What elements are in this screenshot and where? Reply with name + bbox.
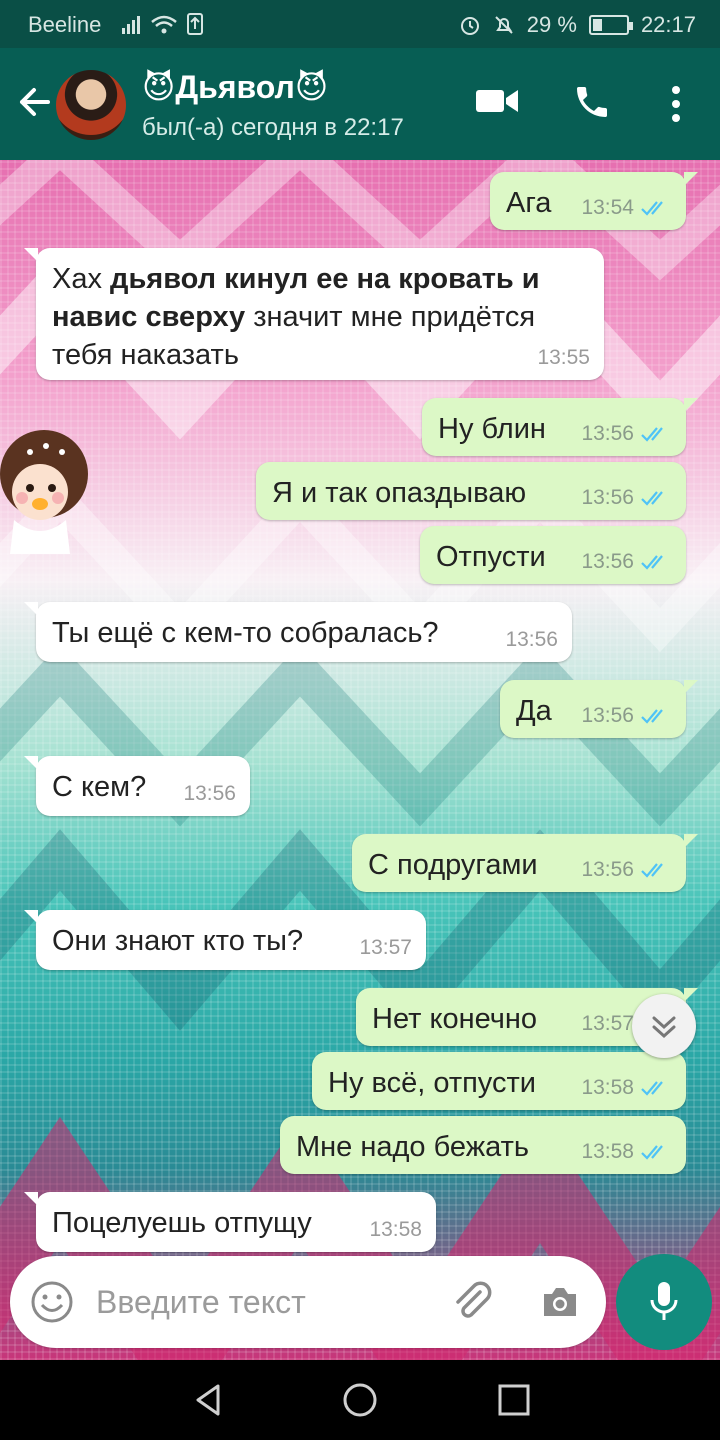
message-meta: 13:58 — [581, 1140, 672, 1164]
alarm-icon — [460, 17, 479, 35]
message-time: 13:57 — [359, 936, 412, 959]
message-time: 13:58 — [581, 1076, 634, 1099]
read-ticks-icon — [641, 1081, 663, 1096]
message-time: 13:57 — [581, 1012, 634, 1035]
message-text: Ты ещё с кем-то собралась? — [52, 617, 439, 649]
battery-icon — [588, 15, 633, 35]
emoji-icon[interactable] — [30, 1280, 74, 1324]
message-text-part: Хах — [52, 263, 111, 295]
message-meta: 13:55 — [537, 346, 590, 370]
clock: 22:17 — [640, 12, 696, 37]
camera-icon[interactable] — [538, 1280, 582, 1324]
incoming-message[interactable]: Поцелуешь отпущу 13:58 — [24, 1192, 436, 1252]
message-meta: 13:56 — [505, 628, 558, 652]
message-meta: 13:58 — [581, 1076, 672, 1100]
outgoing-message[interactable]: Ну всё, отпусти 13:58 — [312, 1052, 686, 1110]
outgoing-message[interactable]: Ага 13:54 — [490, 172, 698, 230]
chat-header: 😈Дьявол😈 был(-а) сегодня в 22:17 — [0, 48, 720, 160]
scroll-down-button[interactable] — [632, 994, 696, 1058]
message-text: Хах дьявол кинул ее на кровать и навис с… — [52, 260, 588, 374]
outgoing-message[interactable]: С подругами 13:56 — [352, 834, 698, 892]
message-meta: 13:56 — [581, 550, 672, 574]
attach-icon[interactable] — [450, 1280, 496, 1326]
video-call-icon[interactable] — [474, 84, 520, 116]
message-meta: 13:56 — [581, 486, 672, 510]
baby-sticker — [0, 430, 88, 554]
incoming-message[interactable]: Они знают кто ты? 13:57 — [24, 910, 426, 970]
read-ticks-icon — [641, 1145, 663, 1160]
message-meta: 13:54 — [581, 196, 672, 220]
message-time: 13:56 — [581, 486, 634, 509]
message-time: 13:56 — [183, 782, 236, 805]
message-time: 13:56 — [581, 858, 634, 881]
nav-recents-icon[interactable] — [494, 1380, 534, 1420]
message-meta: 13:56 — [581, 422, 672, 446]
incoming-message[interactable]: Хах дьявол кинул ее на кровать и навис с… — [24, 248, 604, 380]
message-input-bar: Введите текст — [10, 1256, 606, 1348]
message-meta: 13:57 — [359, 936, 412, 960]
mic-button[interactable] — [616, 1254, 712, 1350]
read-ticks-icon — [641, 427, 663, 442]
incoming-message[interactable]: С кем? 13:56 — [24, 756, 250, 816]
incoming-message[interactable]: Ты ещё с кем-то собралась? 13:56 — [24, 602, 572, 662]
message-meta: 13:56 — [581, 704, 672, 728]
message-time: 13:54 — [581, 196, 634, 219]
outgoing-message[interactable]: Ну блин 13:56 — [422, 398, 698, 456]
mute-bell-icon — [495, 16, 513, 34]
nav-back-icon[interactable] — [188, 1380, 228, 1420]
message-meta: 13:56 — [581, 858, 672, 882]
outgoing-message[interactable]: Да 13:56 — [500, 680, 698, 738]
message-time: 13:56 — [581, 704, 634, 727]
message-meta: 13:56 — [183, 782, 236, 806]
contact-last-seen: был(-а) сегодня в 22:17 — [142, 114, 404, 141]
message-text: Поцелуешь отпущу — [52, 1207, 312, 1239]
system-nav-bar — [0, 1360, 720, 1440]
mic-icon — [650, 1282, 678, 1320]
read-ticks-icon — [641, 201, 663, 216]
message-meta: 13:58 — [369, 1218, 422, 1242]
status-bar: Beeline 29 % 22:17 — [0, 0, 720, 48]
contact-name[interactable]: 😈Дьявол😈 — [142, 68, 328, 106]
message-time: 13:55 — [537, 346, 590, 369]
message-time: 13:56 — [505, 628, 558, 651]
nav-home-icon[interactable] — [340, 1380, 380, 1420]
outgoing-message[interactable]: Мне надо бежать 13:58 — [280, 1116, 686, 1174]
outgoing-message[interactable]: Отпусти 13:56 — [420, 526, 686, 584]
message-time: 13:56 — [581, 422, 634, 445]
message-input[interactable]: Введите текст — [96, 1284, 306, 1321]
carrier-label: Beeline — [28, 12, 102, 37]
phone-icon[interactable] — [572, 82, 612, 122]
read-ticks-icon — [641, 863, 663, 878]
outgoing-message[interactable]: Я и так опаздываю 13:56 — [256, 462, 686, 520]
status-right: 29 % 22:17 — [459, 12, 696, 38]
avatar[interactable] — [56, 70, 126, 140]
chat-background[interactable]: Ага 13:54 Хах дьявол кинул ее на кровать и… — [0, 160, 720, 1360]
message-time: 13:56 — [581, 550, 634, 573]
signal-wifi-icons — [122, 12, 206, 44]
battery-label: 29 % — [526, 12, 577, 37]
double-chevron-down-icon — [652, 1016, 676, 1039]
read-ticks-icon — [641, 491, 663, 506]
read-ticks-icon — [641, 555, 663, 570]
message-time: 13:58 — [369, 1218, 422, 1241]
message-text: Они знают кто ты? — [52, 925, 304, 957]
back-arrow-icon[interactable] — [14, 82, 54, 122]
message-time: 13:58 — [581, 1140, 634, 1163]
read-ticks-icon — [641, 709, 663, 724]
more-vert-icon[interactable] — [664, 84, 688, 124]
